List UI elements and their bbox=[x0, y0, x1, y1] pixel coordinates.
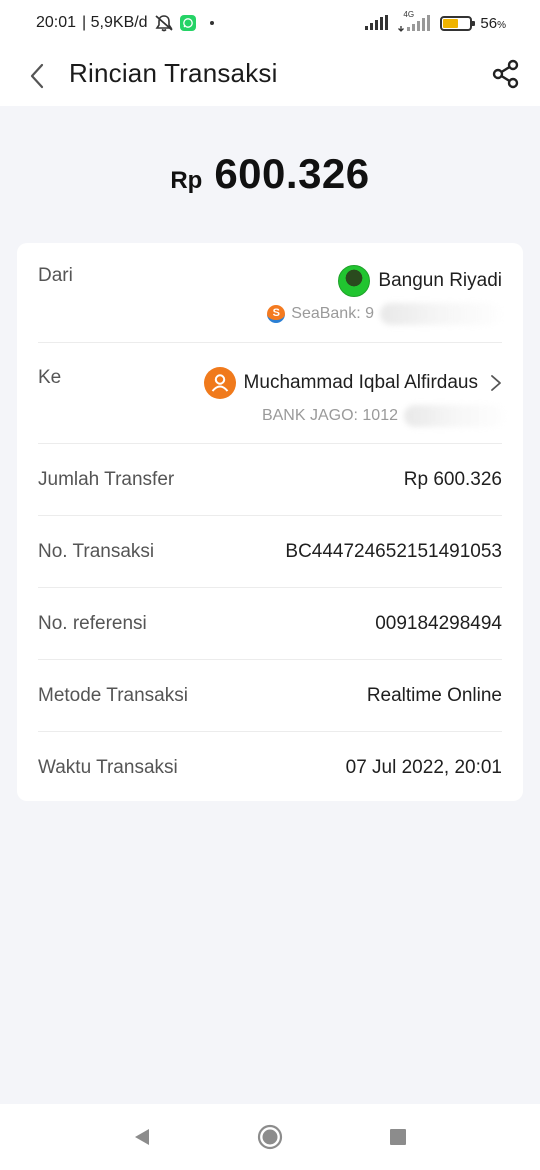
row-transfer-amount: Jumlah Transfer Rp 600.326 bbox=[38, 444, 502, 516]
square-recents-icon bbox=[390, 1129, 406, 1145]
row-to[interactable]: Ke Muchammad Iqbal Alfirdaus BANK JAGO: bbox=[38, 343, 504, 444]
transaction-time-label: Waktu Transaksi bbox=[38, 757, 178, 778]
from-party: Bangun Riyadi S SeaBank: 9 bbox=[267, 265, 502, 325]
nav-back-button[interactable] bbox=[127, 1122, 157, 1152]
redacted-account-mask bbox=[404, 405, 504, 427]
row-transaction-number: No. Transaksi BC444724652151491053 bbox=[38, 516, 502, 588]
transaction-number-label: No. Transaksi bbox=[38, 540, 155, 562]
chevron-right-icon bbox=[490, 374, 502, 392]
recipient-bank: BANK JAGO: 1012 bbox=[262, 405, 504, 427]
redacted-account-mask bbox=[380, 303, 502, 325]
reference-number-label: No. referensi bbox=[38, 612, 147, 634]
circle-home-icon bbox=[257, 1124, 283, 1150]
share-button[interactable] bbox=[490, 58, 522, 90]
sender-avatar bbox=[338, 265, 371, 297]
system-nav-bar bbox=[0, 1104, 540, 1170]
reference-number-value[interactable]: 009184298494 bbox=[375, 613, 502, 635]
row-reference-number: No. referensi 009184298494 bbox=[38, 588, 502, 660]
from-party-top: Bangun Riyadi bbox=[338, 265, 502, 297]
transfer-amount-value: Rp 600.326 bbox=[403, 468, 502, 490]
battery-icon bbox=[440, 15, 476, 31]
transaction-amount: Rp 600.326 bbox=[0, 150, 540, 198]
network-speed: | 5,9KB/d bbox=[82, 13, 148, 31]
share-icon bbox=[492, 59, 519, 89]
back-button[interactable] bbox=[22, 60, 52, 92]
signal-icon bbox=[364, 14, 390, 32]
transfer-amount-label: Jumlah Transfer bbox=[38, 468, 175, 490]
from-label: Dari bbox=[38, 265, 73, 286]
sender-name: Bangun Riyadi bbox=[378, 270, 502, 291]
sender-bank-account: SeaBank: 9 bbox=[291, 305, 374, 322]
signal-4g-icon: 4G bbox=[398, 10, 432, 32]
status-right: 4G 56% bbox=[364, 10, 506, 32]
notification-dot bbox=[209, 20, 214, 25]
recipient-bank-account: BANK JAGO: 1012 bbox=[261, 407, 398, 424]
amount-currency: Rp bbox=[170, 167, 203, 194]
seabank-icon: S bbox=[267, 305, 286, 323]
status-left: 20:01 | 5,9KB/d bbox=[36, 14, 214, 32]
nav-recents-button[interactable] bbox=[383, 1122, 413, 1152]
to-label: Ke bbox=[38, 367, 62, 388]
row-transaction-method: Metode Transaksi Realtime Online bbox=[38, 660, 502, 732]
amount-value: 600.326 bbox=[214, 150, 370, 197]
alarm-off-icon bbox=[154, 14, 174, 32]
transaction-number-value[interactable]: BC444724652151491053 bbox=[285, 541, 502, 563]
transaction-method-label: Metode Transaksi bbox=[38, 684, 188, 706]
page-title: Rincian Transaksi bbox=[69, 58, 278, 88]
battery-percent: 56% bbox=[480, 14, 506, 32]
transaction-time-value: 07 Jul 2022, 20:01 bbox=[345, 757, 502, 778]
battery-fill bbox=[443, 18, 458, 28]
to-party-top: Muchammad Iqbal Alfirdaus bbox=[203, 367, 502, 399]
row-from: Dari Bangun Riyadi S SeaBank: 9 bbox=[38, 243, 502, 343]
whatsapp-icon bbox=[179, 14, 196, 31]
row-transaction-time: Waktu Transaksi 07 Jul 2022, 20:01 bbox=[38, 732, 502, 804]
chevron-left-icon bbox=[30, 63, 44, 89]
recipient-avatar-icon bbox=[203, 367, 236, 399]
nav-home-button[interactable] bbox=[255, 1122, 285, 1152]
sender-bank: S SeaBank: 9 bbox=[267, 303, 502, 325]
transaction-method-value: Realtime Online bbox=[366, 684, 502, 706]
triangle-back-icon bbox=[135, 1129, 149, 1145]
status-time: 20:01 bbox=[36, 13, 77, 31]
app-bar: Rincian Transaksi bbox=[0, 46, 540, 106]
status-bar: 20:01 | 5,9KB/d 4G 56% bbox=[0, 0, 540, 46]
transaction-detail-card: Dari Bangun Riyadi S SeaBank: 9 Ke Mucha… bbox=[17, 243, 523, 801]
recipient-name: Muchammad Iqbal Alfirdaus bbox=[243, 372, 478, 393]
to-party: Muchammad Iqbal Alfirdaus BANK JAGO: 101… bbox=[203, 367, 504, 427]
